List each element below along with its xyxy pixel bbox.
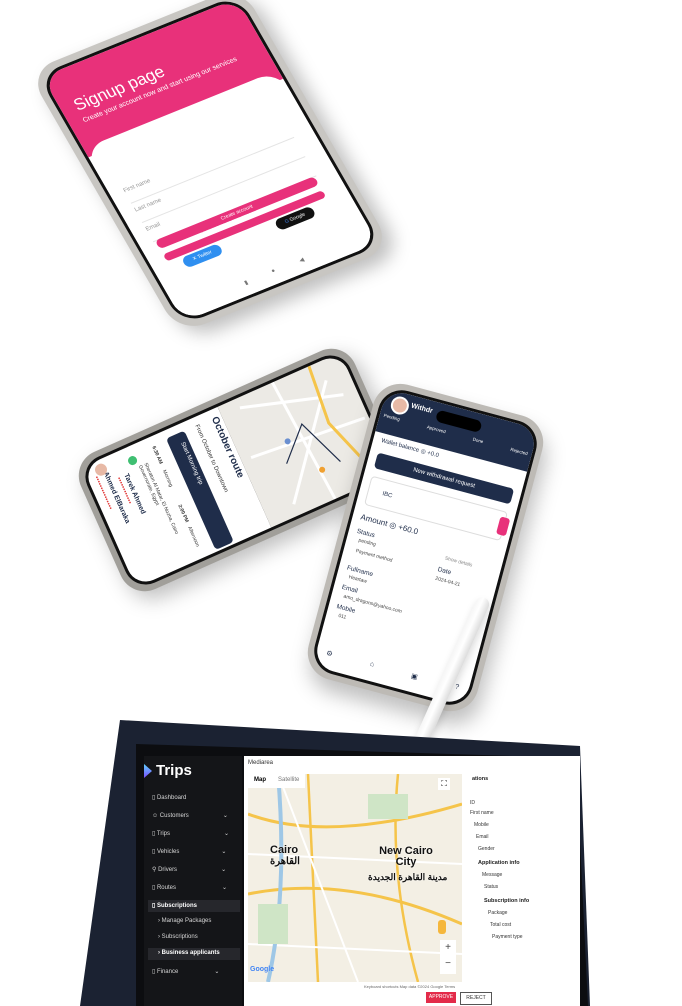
sidebar-item-dashboard[interactable]: ▯ Dashboard [152,794,186,801]
sidebar-item-label: Customers [159,813,189,819]
sidebar-item-label: Subscriptions [161,934,198,940]
detail-label-gender: Gender [478,846,495,852]
mobile-value: 011 [337,612,347,621]
chevron-down-icon: ⌄ [221,849,227,855]
street-view-icon[interactable] [438,920,446,934]
subscription-info-heading: Subscription info [484,898,530,904]
balance-value: +0.0 [426,450,440,460]
email-placeholder: Email [144,221,162,233]
sidebar-item-label: Routes [156,885,176,891]
recents-icon[interactable]: ▮ [243,279,250,287]
chevron-down-icon: ⌄ [214,969,220,975]
afternoon-label: Afternoon [186,525,201,548]
customers-icon: ☺ [152,813,160,819]
date-label: Date [436,566,452,577]
sidebar-item-business-applicants[interactable]: › Business applicants [158,950,220,956]
sidebar-item-label: Drivers [158,867,178,873]
amount-label: Amount [359,512,389,529]
detail-label-id: ID [470,800,475,806]
detail-label-package: Package [488,910,508,916]
twitter-button-label: Twitter [196,249,214,261]
sidebar-item-customers[interactable]: ☺ Customers ⌄ [152,812,228,819]
sidebar-item-subscriptions-list[interactable]: › Subscriptions [158,934,198,940]
location-map[interactable]: Map Satellite Cairo القاهرة New Cairo Ci… [248,774,462,982]
map-label-cairo-ar: القاهرة [270,856,300,867]
chevron-down-icon: ⌄ [224,831,230,837]
sidebar-item-label: Manage Packages [161,918,212,924]
morning-time: 6:30 AM [150,445,164,466]
google-logo: Google [250,966,275,973]
admin-laptop: Trips ▯ Dashboard ☺ Customers ⌄ ▯ Trips ⌄ … [80,720,590,1006]
wallet-icon[interactable]: ▣ [410,672,418,681]
tab-satellite[interactable]: Satellite [272,774,305,788]
breadcrumb: Mediarea [248,760,274,766]
panel-heading: ations [472,776,489,782]
chevron-down-icon: ⌄ [222,813,228,819]
sidebar-item-routes[interactable]: ▯ Routes ⌄ [152,884,227,891]
reject-button[interactable]: REJECT [460,992,492,1005]
map-type-tabs: Map Satellite [248,774,306,788]
back-icon[interactable]: ◀ [298,256,306,265]
detail-label-email: Email [476,834,489,840]
afternoon-time: 2:00 PM [176,503,190,524]
detail-label-total-cost: Total cost [490,922,512,928]
tab-map[interactable]: Map [248,774,272,788]
sidebar-item-subscriptions[interactable]: ▯ Subscriptions [152,902,197,909]
map-label-new-cairo-ar: مدينة القاهرة الجديدة [368,872,448,882]
signup-phone: Signup page Create your account now and … [27,0,393,335]
sidebar-item-vehicles[interactable]: ▯ Vehicles ⌄ [152,848,226,855]
date-value: 2024-04-21 [434,575,461,589]
morning-label: Morning [160,469,174,488]
help-icon[interactable]: ? [454,684,460,693]
sidebar-item-label: Trips [156,831,170,837]
chevron-down-icon: ⌄ [221,885,228,891]
sidebar-item-finance[interactable]: ▯ Finance ⌄ [152,968,219,975]
sidebar-item-label: Vehicles [156,849,180,855]
sidebar-item-label: Finance [156,969,179,975]
detail-label-message: Message [482,872,503,878]
first-name-placeholder: First name [122,178,152,195]
detail-label-mobile: Mobile [474,822,489,828]
admin-content: Mediarea Map Satellite Cairo القاهرة New… [244,756,580,1006]
detail-label-first-name: First name [470,810,494,816]
sidebar-item-drivers[interactable]: ⚲ Drivers ⌄ [152,866,226,873]
amount-value: +60.0 [397,522,420,537]
map-label-cairo: Cairo [270,844,299,856]
sidebar-item-trips[interactable]: ▯ Trips ⌄ [152,830,229,837]
zoom-control[interactable]: + − [440,940,456,974]
home-icon[interactable]: ⌂ [369,661,375,670]
zoom-in-icon[interactable]: + [440,940,456,956]
detail-label-status: Status [484,884,499,890]
approve-button[interactable]: APPROVE [426,992,456,1003]
sidebar-item-label: Subscriptions [156,903,197,909]
show-details-link[interactable]: Show details [444,555,473,568]
map-footer: Keyboard shortcuts Map data ©2024 Google… [364,984,456,989]
zoom-out-icon[interactable]: − [440,956,456,972]
application-info-heading: Application info [478,860,520,866]
detail-label-payment-type: Payment type [492,934,523,940]
applicant-details-panel: ations ID First name Mobile Email Gender… [466,774,578,982]
brand-logo: Trips [156,762,192,779]
home-icon[interactable]: ● [270,268,277,276]
settings-icon[interactable]: ⚙ [325,649,333,658]
fullscreen-icon[interactable]: ⛶ [438,778,450,790]
payment-method-label: Payment method [354,548,394,564]
sidebar-item-label: Dashboard [156,795,187,801]
stop-marker-icon [126,454,139,467]
map-label-new-cairo: New Cairo City [379,845,433,868]
sidebar-item-manage-packages[interactable]: › Manage Packages [158,918,211,924]
chevron-down-icon: ⌄ [221,867,227,873]
sidebar-item-label: Business applicants [161,950,220,956]
